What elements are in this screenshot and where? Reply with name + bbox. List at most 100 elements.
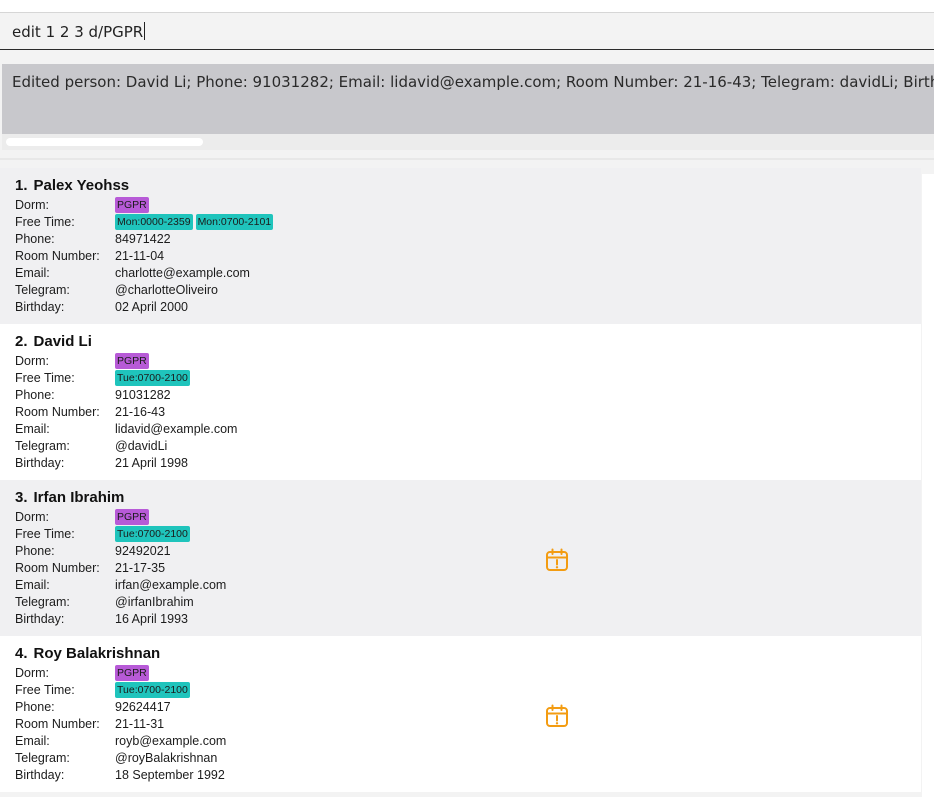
telegram-value: @irfanIbrahim [115, 595, 194, 609]
dorm-row: Dorm: PGPR [15, 353, 921, 370]
person-card[interactable]: 1. Palex Yeohss Dorm: PGPR Free Time: Mon:0… [0, 168, 921, 324]
person-name-text: Palex Yeohss [33, 177, 130, 194]
person-index: 3. [15, 489, 28, 506]
birthday-row: Birthday: 02 April 2000 [15, 299, 921, 316]
free-time-tag: Mon:0700-2101 [195, 214, 274, 230]
email-label: Email: [15, 578, 50, 592]
person-card[interactable]: 3. Irfan Ibrahim Dorm: PGPR Free Time: Tue:… [0, 480, 921, 636]
result-display: Edited person: David Li; Phone: 91031282… [2, 64, 934, 134]
birthday-value: 21 April 1998 [115, 456, 188, 470]
telegram-label: Telegram: [15, 283, 70, 297]
phone-value: 84971422 [115, 232, 171, 246]
dorm-row: Dorm: PGPR [15, 197, 921, 214]
telegram-row: Telegram: @davidLi [15, 438, 921, 455]
birthday-row: Birthday: 18 September 1992 [15, 767, 921, 784]
phone-value: 92624417 [115, 700, 171, 714]
free-time-label: Free Time: [15, 527, 75, 541]
person-index: 4. [15, 645, 28, 662]
person-name-text: Irfan Ibrahim [33, 489, 125, 506]
command-input-text[interactable]: edit 1 2 3 d/PGPR [12, 23, 143, 41]
birthday-row: Birthday: 21 April 1998 [15, 455, 921, 472]
person-name: 1. Palex Yeohss [15, 177, 921, 197]
free-time-row: Free Time: Tue:0700-2100 [15, 370, 921, 387]
email-value: irfan@example.com [115, 578, 227, 592]
person-index: 2. [15, 333, 28, 350]
email-label: Email: [15, 734, 50, 748]
telegram-label: Telegram: [15, 751, 70, 765]
room-value: 21-11-31 [115, 717, 165, 731]
room-value: 21-17-35 [115, 561, 166, 575]
email-value: charlotte@example.com [115, 266, 250, 280]
dorm-label: Dorm: [15, 666, 50, 680]
room-label: Room Number: [15, 561, 100, 575]
birthday-label: Birthday: [15, 612, 65, 626]
birthday-label: Birthday: [15, 300, 65, 314]
email-label: Email: [15, 422, 50, 436]
person-card[interactable]: 4. Roy Balakrishnan Dorm: PGPR Free Time: T… [0, 636, 921, 792]
dorm-tag: PGPR [115, 509, 149, 525]
phone-label: Phone: [15, 232, 55, 246]
phone-label: Phone: [15, 544, 55, 558]
dorm-tag: PGPR [115, 197, 149, 213]
telegram-value: @charlotteOliveiro [115, 283, 219, 297]
room-label: Room Number: [15, 405, 100, 419]
dorm-label: Dorm: [15, 354, 50, 368]
result-scrollbar-thumb[interactable] [6, 138, 203, 146]
person-card[interactable]: 2. David Li Dorm: PGPR Free Time: Tue:0700-… [0, 324, 921, 480]
email-value: lidavid@example.com [115, 422, 238, 436]
person-name: 4. Roy Balakrishnan [15, 645, 921, 665]
phone-value: 91031282 [115, 388, 171, 402]
free-time-label: Free Time: [15, 215, 75, 229]
room-row: Room Number: 21-11-04 [15, 248, 921, 265]
person-index: 1. [15, 177, 28, 194]
phone-row: Phone: 91031282 [15, 387, 921, 404]
free-time-tag: Tue:0700-2100 [115, 526, 190, 542]
person-name-text: David Li [33, 333, 92, 350]
window-top-strip [0, 0, 934, 12]
calendar-alert-icon[interactable] [545, 704, 569, 728]
person-name: 3. Irfan Ibrahim [15, 489, 921, 509]
email-value: royb@example.com [115, 734, 227, 748]
list-scrollbar-track[interactable] [922, 174, 934, 797]
panel-separator [0, 158, 934, 160]
room-label: Room Number: [15, 717, 100, 731]
room-row: Room Number: 21-16-43 [15, 404, 921, 421]
birthday-value: 16 April 1993 [115, 612, 188, 626]
phone-value: 92492021 [115, 544, 171, 558]
telegram-row: Telegram: @irfanIbrahim [15, 594, 921, 611]
free-time-row: Free Time: Tue:0700-2100 [15, 526, 921, 543]
free-time-tag: Tue:0700-2100 [115, 370, 190, 386]
email-row: Email: irfan@example.com [15, 577, 921, 594]
telegram-row: Telegram: @royBalakrishnan [15, 750, 921, 767]
room-label: Room Number: [15, 249, 100, 263]
telegram-row: Telegram: @charlotteOliveiro [15, 282, 921, 299]
person-name: 2. David Li [15, 333, 921, 353]
phone-label: Phone: [15, 388, 55, 402]
dorm-label: Dorm: [15, 510, 50, 524]
email-row: Email: charlotte@example.com [15, 265, 921, 282]
email-label: Email: [15, 266, 50, 280]
room-row: Room Number: 21-17-35 [15, 560, 921, 577]
result-message: Edited person: David Li; Phone: 91031282… [12, 73, 934, 91]
birthday-value: 02 April 2000 [115, 300, 188, 314]
command-box[interactable]: edit 1 2 3 d/PGPR [0, 12, 934, 50]
birthday-value: 18 September 1992 [115, 768, 225, 782]
telegram-value: @royBalakrishnan [115, 751, 218, 765]
dorm-row: Dorm: PGPR [15, 509, 921, 526]
text-caret [144, 22, 146, 40]
dorm-label: Dorm: [15, 198, 50, 212]
email-row: Email: royb@example.com [15, 733, 921, 750]
person-list-panel: 1. Palex Yeohss Dorm: PGPR Free Time: Mon:0… [0, 168, 934, 797]
room-row: Room Number: 21-11-31 [15, 716, 921, 733]
birthday-label: Birthday: [15, 768, 65, 782]
telegram-value: @davidLi [115, 439, 168, 453]
dorm-row: Dorm: PGPR [15, 665, 921, 682]
phone-row: Phone: 92492021 [15, 543, 921, 560]
free-time-tag: Tue:0700-2100 [115, 682, 190, 698]
free-time-label: Free Time: [15, 683, 75, 697]
calendar-alert-icon[interactable] [545, 548, 569, 572]
email-row: Email: lidavid@example.com [15, 421, 921, 438]
room-value: 21-11-04 [115, 249, 165, 263]
free-time-tag: Mon:0000-2359 [115, 214, 193, 230]
telegram-label: Telegram: [15, 595, 70, 609]
